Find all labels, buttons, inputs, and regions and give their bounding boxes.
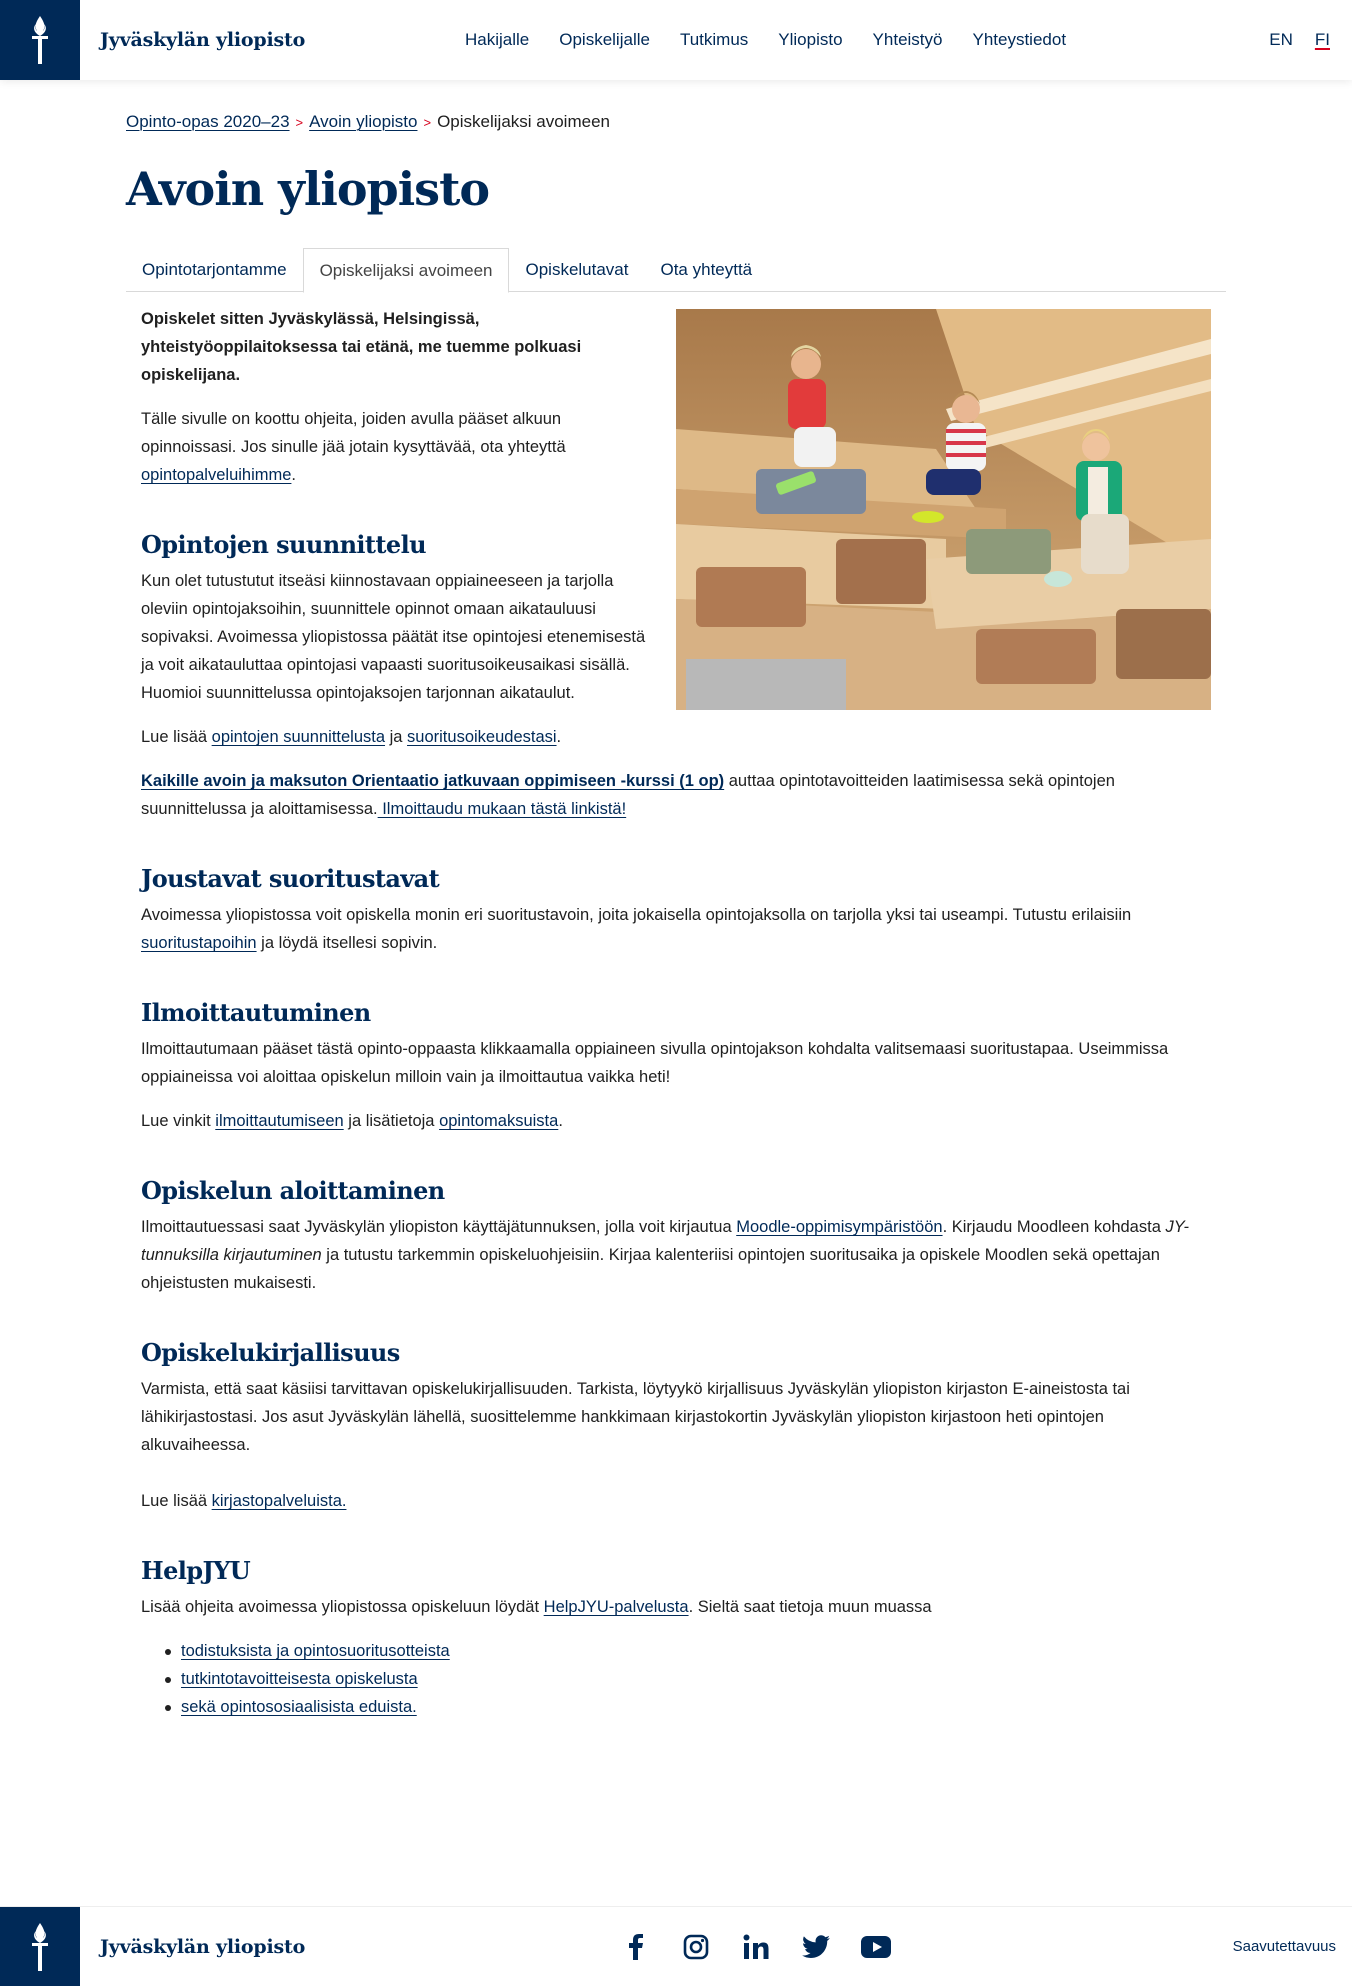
- breadcrumb-separator: >: [423, 114, 432, 130]
- link-opintojen-suunnittelusta[interactable]: opintojen suunnittelusta: [212, 728, 385, 746]
- heading-ilmoittautuminen: Ilmoittautuminen: [141, 998, 371, 1027]
- language-switcher: EN FI: [1269, 0, 1330, 80]
- nav-item-hakijalle[interactable]: Hakijalle: [450, 30, 544, 50]
- nav-item-yhteystiedot[interactable]: Yhteystiedot: [957, 30, 1081, 50]
- suunnittelu-links: Lue lisää opintojen suunnittelusta ja su…: [141, 723, 1201, 751]
- link-suoritustapoihin[interactable]: suoritustapoihin: [141, 934, 257, 952]
- intro-text-end: .: [291, 466, 297, 484]
- link-orientaatio-kurssi[interactable]: Kaikille avoin ja maksuton Orientaatio j…: [141, 772, 724, 790]
- text: .: [558, 1112, 563, 1130]
- helpjyu-text: Lisää ohjeita avoimessa yliopistossa opi…: [141, 1593, 1201, 1621]
- helpjyu-list: todistuksista ja opintosuoritusotteista …: [165, 1637, 1201, 1721]
- heading-joustavat-suoritustavat: Joustavat suoritustavat: [141, 864, 440, 893]
- text: ja lisätietoja: [343, 1112, 440, 1130]
- youtube-icon[interactable]: [860, 1931, 892, 1963]
- list-item: tutkintotavoitteisesta opiskelusta: [165, 1665, 1201, 1693]
- list-item: todistuksista ja opintosuoritusotteista: [165, 1637, 1201, 1665]
- footer-brand-name: Jyväskylän yliopisto: [100, 1936, 306, 1958]
- brand-name[interactable]: Jyväskylän yliopisto: [100, 0, 305, 80]
- text: Ilmoittautuessasi saat Jyväskylän yliopi…: [141, 1218, 737, 1236]
- site-header: Jyväskylän yliopisto Hakijalle Opiskelij…: [0, 0, 1352, 80]
- torch-logo-icon: [32, 16, 48, 64]
- main-content: Opiskelet sitten Jyväskylässä, Helsingis…: [141, 305, 1201, 1721]
- breadcrumb-link-avoin-yliopisto[interactable]: Avoin yliopisto: [309, 112, 417, 132]
- lang-en[interactable]: EN: [1269, 30, 1293, 50]
- link-kirjastopalveluista[interactable]: kirjastopalveluista.: [212, 1492, 347, 1510]
- accessibility-link[interactable]: Saavutettavuus: [1233, 1907, 1336, 1986]
- facebook-icon[interactable]: [620, 1931, 652, 1963]
- heading-opiskelukirjallisuus: Opiskelukirjallisuus: [141, 1338, 400, 1367]
- university-logo[interactable]: [0, 0, 80, 80]
- page-title: Avoin yliopisto: [126, 162, 490, 216]
- link-todistuksista[interactable]: todistuksista ja opintosuoritusotteista: [181, 1642, 450, 1660]
- nav-item-opiskelijalle[interactable]: Opiskelijalle: [544, 30, 665, 50]
- kirjallisuus-link: Lue lisää kirjastopalveluista.: [141, 1487, 1201, 1515]
- site-footer: Jyväskylän yliopisto Saavutettavuus: [0, 1906, 1352, 1986]
- link-opintososiaalisista[interactable]: sekä opintososiaalisista eduista.: [181, 1698, 417, 1716]
- heading-opiskelun-aloittaminen: Opiskelun aloittaminen: [141, 1176, 445, 1205]
- tab-opintotarjontamme[interactable]: Opintotarjontamme: [126, 248, 303, 292]
- ilmoittautuminen-text: Ilmoittautumaan pääset tästä opinto-oppa…: [141, 1040, 1169, 1086]
- link-ilmoittaudu-mukaan[interactable]: Ilmoittaudu mukaan tästä linkistä!: [378, 800, 626, 818]
- link-tutkintotavoitteisesta[interactable]: tutkintotavoitteisesta opiskelusta: [181, 1670, 418, 1688]
- intro-lead: Opiskelet sitten Jyväskylässä, Helsingis…: [141, 310, 582, 384]
- nav-item-tutkimus[interactable]: Tutkimus: [665, 30, 763, 50]
- twitter-icon[interactable]: [800, 1931, 832, 1963]
- intro-text: Tälle sivulle on koottu ohjeita, joiden …: [141, 405, 651, 489]
- link-ilmoittautumiseen[interactable]: ilmoittautumiseen: [215, 1112, 343, 1130]
- breadcrumb-link-opinto-opas[interactable]: Opinto-opas 2020–23: [126, 112, 290, 132]
- text: . Sieltä saat tietoja muun muassa: [688, 1598, 932, 1616]
- text: ja: [385, 728, 408, 746]
- orientaatio-text: Kaikille avoin ja maksuton Orientaatio j…: [141, 767, 1201, 823]
- social-links: [620, 1907, 892, 1986]
- kirjallisuus-text: Varmista, että saat käsiisi tarvittavan …: [141, 1380, 1130, 1454]
- text: Lue vinkit: [141, 1112, 216, 1130]
- text: ja löydä itsellesi sopivin.: [256, 934, 438, 952]
- heading-opintojen-suunnittelu: Opintojen suunnittelu: [141, 530, 427, 559]
- text: Avoimessa yliopistossa voit opiskella mo…: [141, 906, 1132, 924]
- nav-item-yhteistyo[interactable]: Yhteistyö: [858, 30, 958, 50]
- link-opintomaksuista[interactable]: opintomaksuista: [439, 1112, 558, 1130]
- linkedin-icon[interactable]: [740, 1931, 772, 1963]
- suunnittelu-text: Kun olet tutustutut itseäsi kiinnostavaa…: [141, 572, 646, 702]
- breadcrumb: Opinto-opas 2020–23 > Avoin yliopisto > …: [126, 112, 610, 132]
- lang-fi[interactable]: FI: [1315, 30, 1330, 50]
- ilmoittautuminen-links: Lue vinkit ilmoittautumiseen ja lisätiet…: [141, 1107, 1201, 1135]
- text: .: [556, 728, 562, 746]
- nav-item-yliopisto[interactable]: Yliopisto: [763, 30, 857, 50]
- link-suoritusoikeudestasi[interactable]: suoritusoikeudestasi: [407, 728, 557, 746]
- section-tabs: Opintotarjontamme Opiskelijaksi avoimeen…: [126, 248, 1226, 293]
- breadcrumb-current: Opiskelijaksi avoimeen: [437, 112, 610, 131]
- instagram-icon[interactable]: [680, 1931, 712, 1963]
- link-moodle[interactable]: Moodle-oppimisympäristöön: [736, 1218, 942, 1236]
- breadcrumb-separator: >: [295, 114, 304, 130]
- tab-opiskelijaksi-avoimeen[interactable]: Opiskelijaksi avoimeen: [302, 248, 510, 293]
- text: Lue lisää: [141, 728, 212, 746]
- university-logo[interactable]: [0, 1907, 80, 1986]
- list-item: sekä opintososiaalisista eduista.: [165, 1693, 1201, 1721]
- text: . Kirjaudu Moodleen kohdasta: [942, 1218, 1166, 1236]
- text: Lue lisää: [141, 1492, 212, 1510]
- torch-logo-icon: [32, 1923, 48, 1971]
- intro: Opiskelet sitten Jyväskylässä, Helsingis…: [141, 305, 651, 707]
- aloittaminen-text: Ilmoittautuessasi saat Jyväskylän yliopi…: [141, 1213, 1201, 1297]
- link-opintopalvelut[interactable]: opintopalveluihimme: [141, 466, 291, 484]
- text: Lisää ohjeita avoimessa yliopistossa opi…: [141, 1598, 544, 1616]
- heading-helpjyu: HelpJYU: [141, 1556, 251, 1585]
- intro-text-body: Tälle sivulle on koottu ohjeita, joiden …: [141, 410, 566, 456]
- tab-ota-yhteytta[interactable]: Ota yhteyttä: [644, 248, 768, 292]
- main-nav: Hakijalle Opiskelijalle Tutkimus Yliopis…: [450, 0, 1081, 80]
- link-helpjyu-palvelusta[interactable]: HelpJYU-palvelusta: [544, 1598, 689, 1616]
- joustavat-text: Avoimessa yliopistossa voit opiskella mo…: [141, 901, 1201, 957]
- tab-opiskelutavat[interactable]: Opiskelutavat: [509, 248, 644, 292]
